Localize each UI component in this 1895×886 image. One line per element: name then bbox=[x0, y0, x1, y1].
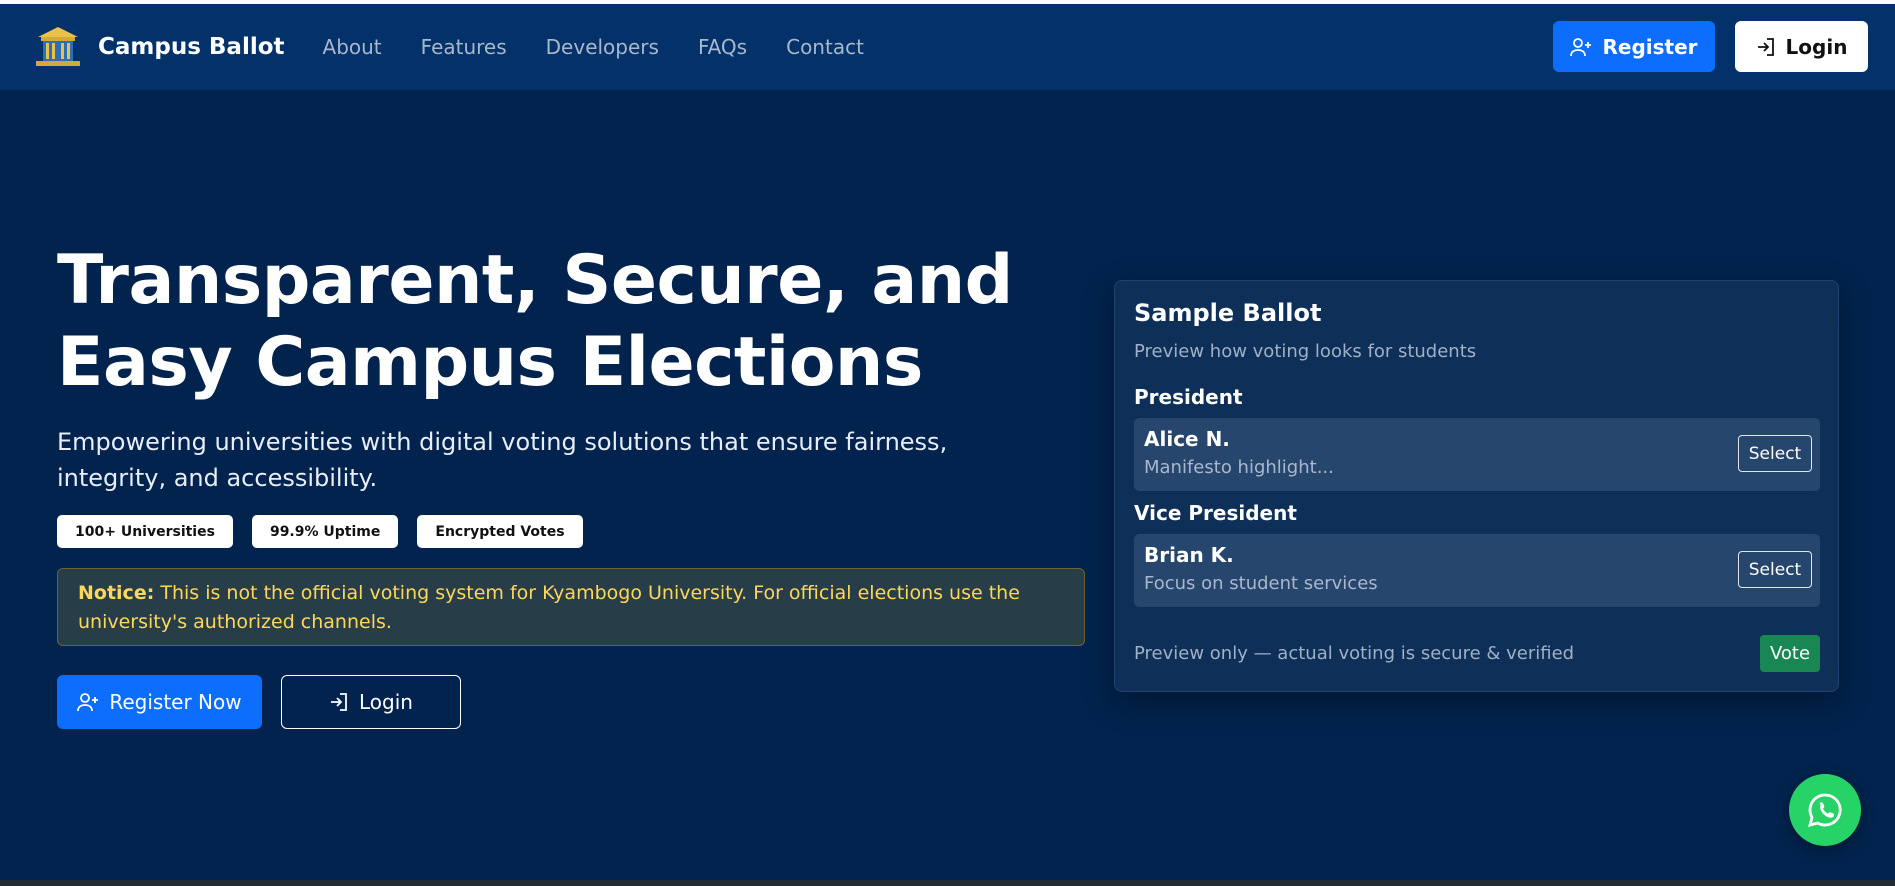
candidate-name: Alice N. bbox=[1144, 427, 1230, 451]
register-now-label: Register Now bbox=[109, 690, 242, 714]
position-label-president: President bbox=[1134, 385, 1243, 409]
login-arrow-icon bbox=[331, 693, 347, 711]
brand-name: Campus Ballot bbox=[98, 34, 285, 60]
stat-badge-universities: 100+ Universities bbox=[57, 515, 233, 548]
hero-title-line2: Easy Campus Elections bbox=[57, 323, 923, 402]
candidate-description: Focus on student services bbox=[1144, 573, 1378, 594]
sample-ballot-card: Sample Ballot Preview how voting looks f… bbox=[1114, 280, 1839, 692]
bottom-edge bbox=[0, 880, 1895, 886]
notice-banner: Notice: This is not the official voting … bbox=[57, 568, 1085, 646]
login-arrow-icon bbox=[1757, 37, 1774, 56]
nav-links: About Features Developers FAQs Contact bbox=[323, 35, 903, 59]
stat-badge-encrypted: Encrypted Votes bbox=[417, 515, 583, 548]
hero-login-button[interactable]: Login bbox=[281, 675, 461, 729]
nav-link-about[interactable]: About bbox=[323, 35, 382, 59]
nav-login-button[interactable]: Login bbox=[1735, 21, 1868, 72]
nav-link-features[interactable]: Features bbox=[421, 35, 507, 59]
hero-title: Transparent, Secure, and Easy Campus Ele… bbox=[57, 240, 1077, 404]
vote-button[interactable]: Vote bbox=[1760, 635, 1820, 672]
nav-link-faqs[interactable]: FAQs bbox=[698, 35, 747, 59]
nav-register-button[interactable]: Register bbox=[1553, 21, 1715, 72]
nav-link-developers[interactable]: Developers bbox=[546, 35, 659, 59]
whatsapp-button[interactable] bbox=[1789, 774, 1861, 846]
hero-actions: Register Now Login bbox=[57, 675, 461, 729]
candidate-name: Brian K. bbox=[1144, 543, 1234, 567]
user-plus-icon bbox=[1570, 37, 1592, 56]
candidate-row: Alice N. Manifesto highlight... Select bbox=[1134, 418, 1820, 491]
brand[interactable]: Campus Ballot bbox=[32, 25, 285, 69]
ballot-footer-text: Preview only — actual voting is secure &… bbox=[1134, 643, 1575, 664]
stats-badges: 100+ Universities 99.9% Uptime Encrypted… bbox=[57, 515, 602, 548]
whatsapp-icon bbox=[1808, 793, 1842, 827]
ballot-title: Sample Ballot bbox=[1134, 299, 1322, 327]
register-now-button[interactable]: Register Now bbox=[57, 675, 262, 729]
select-president-button[interactable]: Select bbox=[1738, 435, 1812, 472]
nav-actions: Register Login bbox=[1553, 21, 1868, 72]
position-label-vice-president: Vice President bbox=[1134, 501, 1297, 525]
candidate-description: Manifesto highlight... bbox=[1144, 457, 1334, 478]
hero-title-line1: Transparent, Secure, and bbox=[57, 241, 1013, 320]
navbar: Campus Ballot About Features Developers … bbox=[0, 4, 1895, 90]
stat-badge-uptime: 99.9% Uptime bbox=[251, 515, 399, 548]
nav-register-label: Register bbox=[1602, 34, 1698, 59]
hero-login-label: Login bbox=[359, 690, 413, 714]
building-logo-icon bbox=[36, 27, 80, 66]
user-plus-icon bbox=[77, 693, 99, 712]
candidate-row: Brian K. Focus on student services Selec… bbox=[1134, 534, 1820, 607]
select-vice-president-button[interactable]: Select bbox=[1738, 551, 1812, 588]
nav-link-contact[interactable]: Contact bbox=[786, 35, 864, 59]
notice-text: This is not the official voting system f… bbox=[78, 582, 1020, 633]
ballot-subtitle: Preview how voting looks for students bbox=[1134, 341, 1477, 362]
notice-label: Notice: bbox=[78, 582, 155, 604]
nav-login-label: Login bbox=[1785, 34, 1848, 59]
hero-subtitle: Empowering universities with digital vot… bbox=[57, 428, 948, 492]
